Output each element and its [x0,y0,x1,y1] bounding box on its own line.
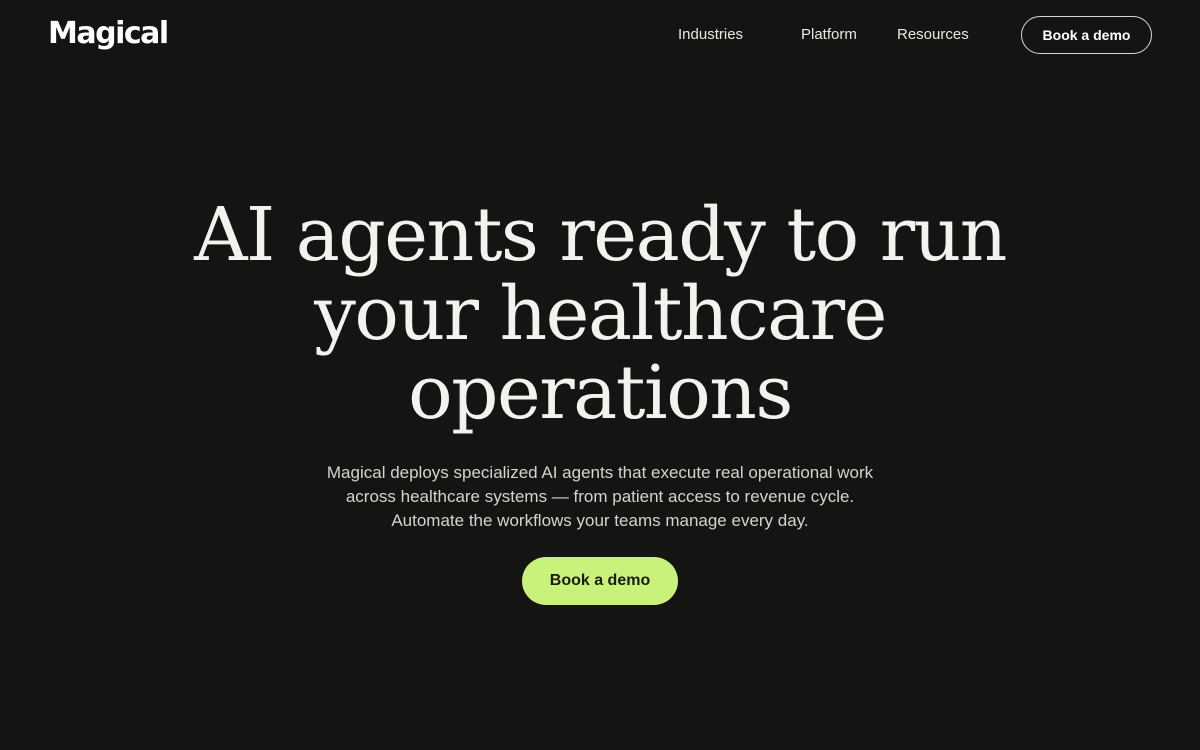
nav-platform[interactable]: Platform [801,25,857,45]
header-book-demo-button[interactable]: Book a demo [1021,16,1152,54]
site-header: Magical Industries Platform Resources Bo… [0,0,1200,70]
hero-subtitle: Magical deploys specialized AI agents th… [326,463,874,530]
landing-page: Magical Industries Platform Resources Bo… [0,0,1200,750]
hero-title: AI agents ready to run your healthcare o… [194,192,1007,436]
hero-book-demo-button[interactable]: Book a demo [522,557,678,605]
magical-logo[interactable]: Magical [48,14,169,54]
nav-industries[interactable]: Industries [678,25,743,45]
nav-resources[interactable]: Resources [897,25,969,45]
